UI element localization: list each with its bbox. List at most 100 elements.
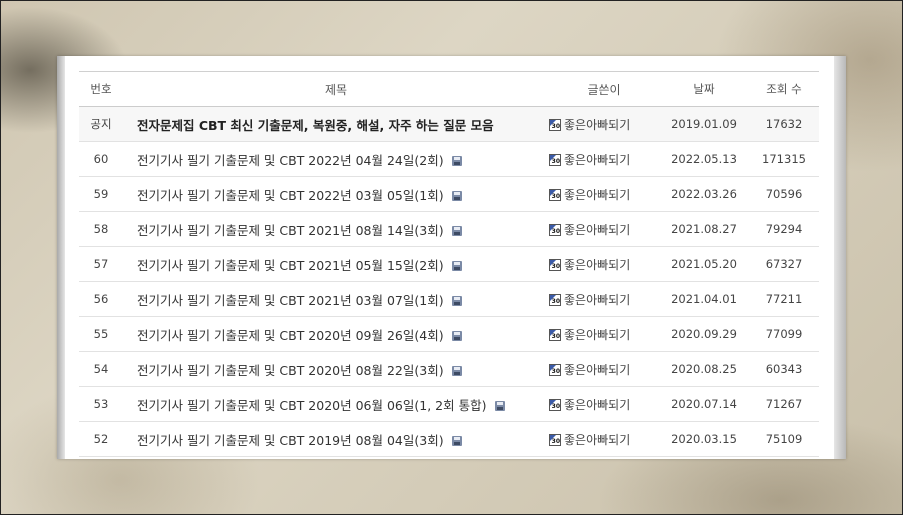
- post-title-link[interactable]: 전자문제집 CBT 최신 기출문제, 복원중, 해설, 자주 하는 질문 모음: [137, 118, 494, 133]
- member-level-icon: 30: [549, 398, 561, 411]
- header-views[interactable]: 조회 수: [749, 71, 819, 107]
- post-author[interactable]: 좋은아빠되기: [564, 153, 630, 167]
- post-title-cell: 전기기사 필기 기출문제 및 CBT 2021년 03월 07일(1회): [123, 281, 549, 317]
- post-title-link[interactable]: 전기기사 필기 기출문제 및 CBT 2019년 08월 04일(3회): [137, 433, 444, 448]
- post-title-link[interactable]: 전기기사 필기 기출문제 및 CBT 2022년 03월 05일(1회): [137, 188, 444, 203]
- attachment-disk-icon: [452, 190, 463, 201]
- post-date: 2021.05.20: [659, 246, 749, 282]
- post-title-cell: 전기기사 필기 기출문제 및 CBT 2020년 08월 22일(3회): [123, 351, 549, 387]
- post-list-body: 공지 전자문제집 CBT 최신 기출문제, 복원중, 해설, 자주 하는 질문 …: [79, 106, 819, 457]
- post-author[interactable]: 좋은아빠되기: [564, 118, 630, 132]
- post-number: 52: [79, 421, 123, 457]
- table-row[interactable]: 58 전기기사 필기 기출문제 및 CBT 2021년 08월 14일(3회) …: [79, 211, 819, 247]
- member-level-icon: 30: [549, 153, 561, 166]
- post-author-cell: 30 좋은아빠되기: [549, 281, 659, 317]
- post-author[interactable]: 좋은아빠되기: [564, 258, 630, 272]
- table-row[interactable]: 56 전기기사 필기 기출문제 및 CBT 2021년 03월 07일(1회) …: [79, 281, 819, 317]
- board-panel: 번호 제목 글쓴이 날짜 조회 수 공지 전자문제집 CBT 최신 기출문제, …: [57, 56, 846, 459]
- post-number: 54: [79, 351, 123, 387]
- post-author[interactable]: 좋은아빠되기: [564, 293, 630, 307]
- attachment-disk-icon: [452, 365, 463, 376]
- post-author-cell: 30 좋은아빠되기: [549, 316, 659, 352]
- member-level-icon: 30: [549, 258, 561, 271]
- notice-row[interactable]: 공지 전자문제집 CBT 최신 기출문제, 복원중, 해설, 자주 하는 질문 …: [79, 106, 819, 142]
- post-author-cell: 30 좋은아빠되기: [549, 211, 659, 247]
- table-row[interactable]: 57 전기기사 필기 기출문제 및 CBT 2021년 05월 15일(2회) …: [79, 246, 819, 282]
- post-author[interactable]: 좋은아빠되기: [564, 188, 630, 202]
- post-number: 59: [79, 176, 123, 212]
- post-title-cell: 전기기사 필기 기출문제 및 CBT 2020년 09월 26일(4회): [123, 316, 549, 352]
- post-title-cell: 전기기사 필기 기출문제 및 CBT 2019년 08월 04일(3회): [123, 421, 549, 457]
- post-author-cell: 30 좋은아빠되기: [549, 386, 659, 422]
- post-date: 2022.03.26: [659, 176, 749, 212]
- table-header-row: 번호 제목 글쓴이 날짜 조회 수: [79, 71, 819, 107]
- post-title-link[interactable]: 전기기사 필기 기출문제 및 CBT 2020년 06월 06일(1, 2회 통…: [137, 398, 486, 413]
- post-views: 71267: [749, 386, 819, 422]
- post-views: 171315: [749, 141, 819, 177]
- table-row[interactable]: 60 전기기사 필기 기출문제 및 CBT 2022년 04월 24일(2회) …: [79, 141, 819, 177]
- member-level-text: 30: [551, 437, 560, 445]
- post-views: 75109: [749, 421, 819, 457]
- header-title[interactable]: 제목: [123, 71, 549, 107]
- member-level-text: 30: [551, 262, 560, 270]
- post-author[interactable]: 좋은아빠되기: [564, 223, 630, 237]
- member-level-text: 30: [551, 157, 560, 165]
- post-title-cell: 전기기사 필기 기출문제 및 CBT 2021년 05월 15일(2회): [123, 246, 549, 282]
- post-author[interactable]: 좋은아빠되기: [564, 363, 630, 377]
- post-views: 77211: [749, 281, 819, 317]
- attachment-disk-icon: [452, 155, 463, 166]
- post-author-cell: 30 좋은아빠되기: [549, 421, 659, 457]
- attachment-disk-icon: [452, 330, 463, 341]
- table-row[interactable]: 59 전기기사 필기 기출문제 및 CBT 2022년 03월 05일(1회) …: [79, 176, 819, 212]
- post-date: 2019.01.09: [659, 106, 749, 142]
- panel-left-edge: [57, 56, 65, 459]
- post-date: 2020.08.25: [659, 351, 749, 387]
- post-date: 2020.09.29: [659, 316, 749, 352]
- post-date: 2020.03.15: [659, 421, 749, 457]
- post-title-link[interactable]: 전기기사 필기 기출문제 및 CBT 2021년 03월 07일(1회): [137, 293, 444, 308]
- post-date: 2021.04.01: [659, 281, 749, 317]
- post-number: 60: [79, 141, 123, 177]
- post-date: 2022.05.13: [659, 141, 749, 177]
- attachment-disk-icon: [495, 400, 506, 411]
- post-author-cell: 30 좋은아빠되기: [549, 176, 659, 212]
- post-author[interactable]: 좋은아빠되기: [564, 433, 630, 447]
- table-row[interactable]: 55 전기기사 필기 기출문제 및 CBT 2020년 09월 26일(4회) …: [79, 316, 819, 352]
- post-author[interactable]: 좋은아빠되기: [564, 398, 630, 412]
- table-row[interactable]: 54 전기기사 필기 기출문제 및 CBT 2020년 08월 22일(3회) …: [79, 351, 819, 387]
- post-author-cell: 30 좋은아빠되기: [549, 246, 659, 282]
- table-row[interactable]: 53 전기기사 필기 기출문제 및 CBT 2020년 06월 06일(1, 2…: [79, 386, 819, 422]
- member-level-text: 30: [551, 367, 560, 375]
- post-title-link[interactable]: 전기기사 필기 기출문제 및 CBT 2022년 04월 24일(2회): [137, 153, 444, 168]
- post-title-cell: 전기기사 필기 기출문제 및 CBT 2022년 03월 05일(1회): [123, 176, 549, 212]
- post-author-cell: 30 좋은아빠되기: [549, 106, 659, 142]
- member-level-icon: 30: [549, 433, 561, 446]
- post-views: 60343: [749, 351, 819, 387]
- member-level-text: 30: [551, 297, 560, 305]
- post-title-cell: 전자문제집 CBT 최신 기출문제, 복원중, 해설, 자주 하는 질문 모음: [123, 106, 549, 142]
- post-views: 67327: [749, 246, 819, 282]
- post-title-link[interactable]: 전기기사 필기 기출문제 및 CBT 2021년 05월 15일(2회): [137, 258, 444, 273]
- post-title-cell: 전기기사 필기 기출문제 및 CBT 2022년 04월 24일(2회): [123, 141, 549, 177]
- post-views: 70596: [749, 176, 819, 212]
- member-level-icon: 30: [549, 293, 561, 306]
- post-title-link[interactable]: 전기기사 필기 기출문제 및 CBT 2020년 09월 26일(4회): [137, 328, 444, 343]
- table-row[interactable]: 52 전기기사 필기 기출문제 및 CBT 2019년 08월 04일(3회) …: [79, 421, 819, 457]
- post-views: 77099: [749, 316, 819, 352]
- header-date[interactable]: 날짜: [659, 71, 749, 107]
- post-title-cell: 전기기사 필기 기출문제 및 CBT 2021년 08월 14일(3회): [123, 211, 549, 247]
- post-date: 2020.07.14: [659, 386, 749, 422]
- member-level-text: 30: [551, 402, 560, 410]
- header-number[interactable]: 번호: [79, 71, 123, 107]
- attachment-disk-icon: [452, 225, 463, 236]
- post-views: 79294: [749, 211, 819, 247]
- post-title-link[interactable]: 전기기사 필기 기출문제 및 CBT 2021년 08월 14일(3회): [137, 223, 444, 238]
- post-author[interactable]: 좋은아빠되기: [564, 328, 630, 342]
- header-author[interactable]: 글쓴이: [549, 71, 659, 107]
- member-level-icon: 30: [549, 328, 561, 341]
- post-title-link[interactable]: 전기기사 필기 기출문제 및 CBT 2020년 08월 22일(3회): [137, 363, 444, 378]
- post-list-table: 번호 제목 글쓴이 날짜 조회 수 공지 전자문제집 CBT 최신 기출문제, …: [79, 71, 819, 457]
- member-level-icon: 30: [549, 363, 561, 376]
- post-number: 56: [79, 281, 123, 317]
- post-views: 17632: [749, 106, 819, 142]
